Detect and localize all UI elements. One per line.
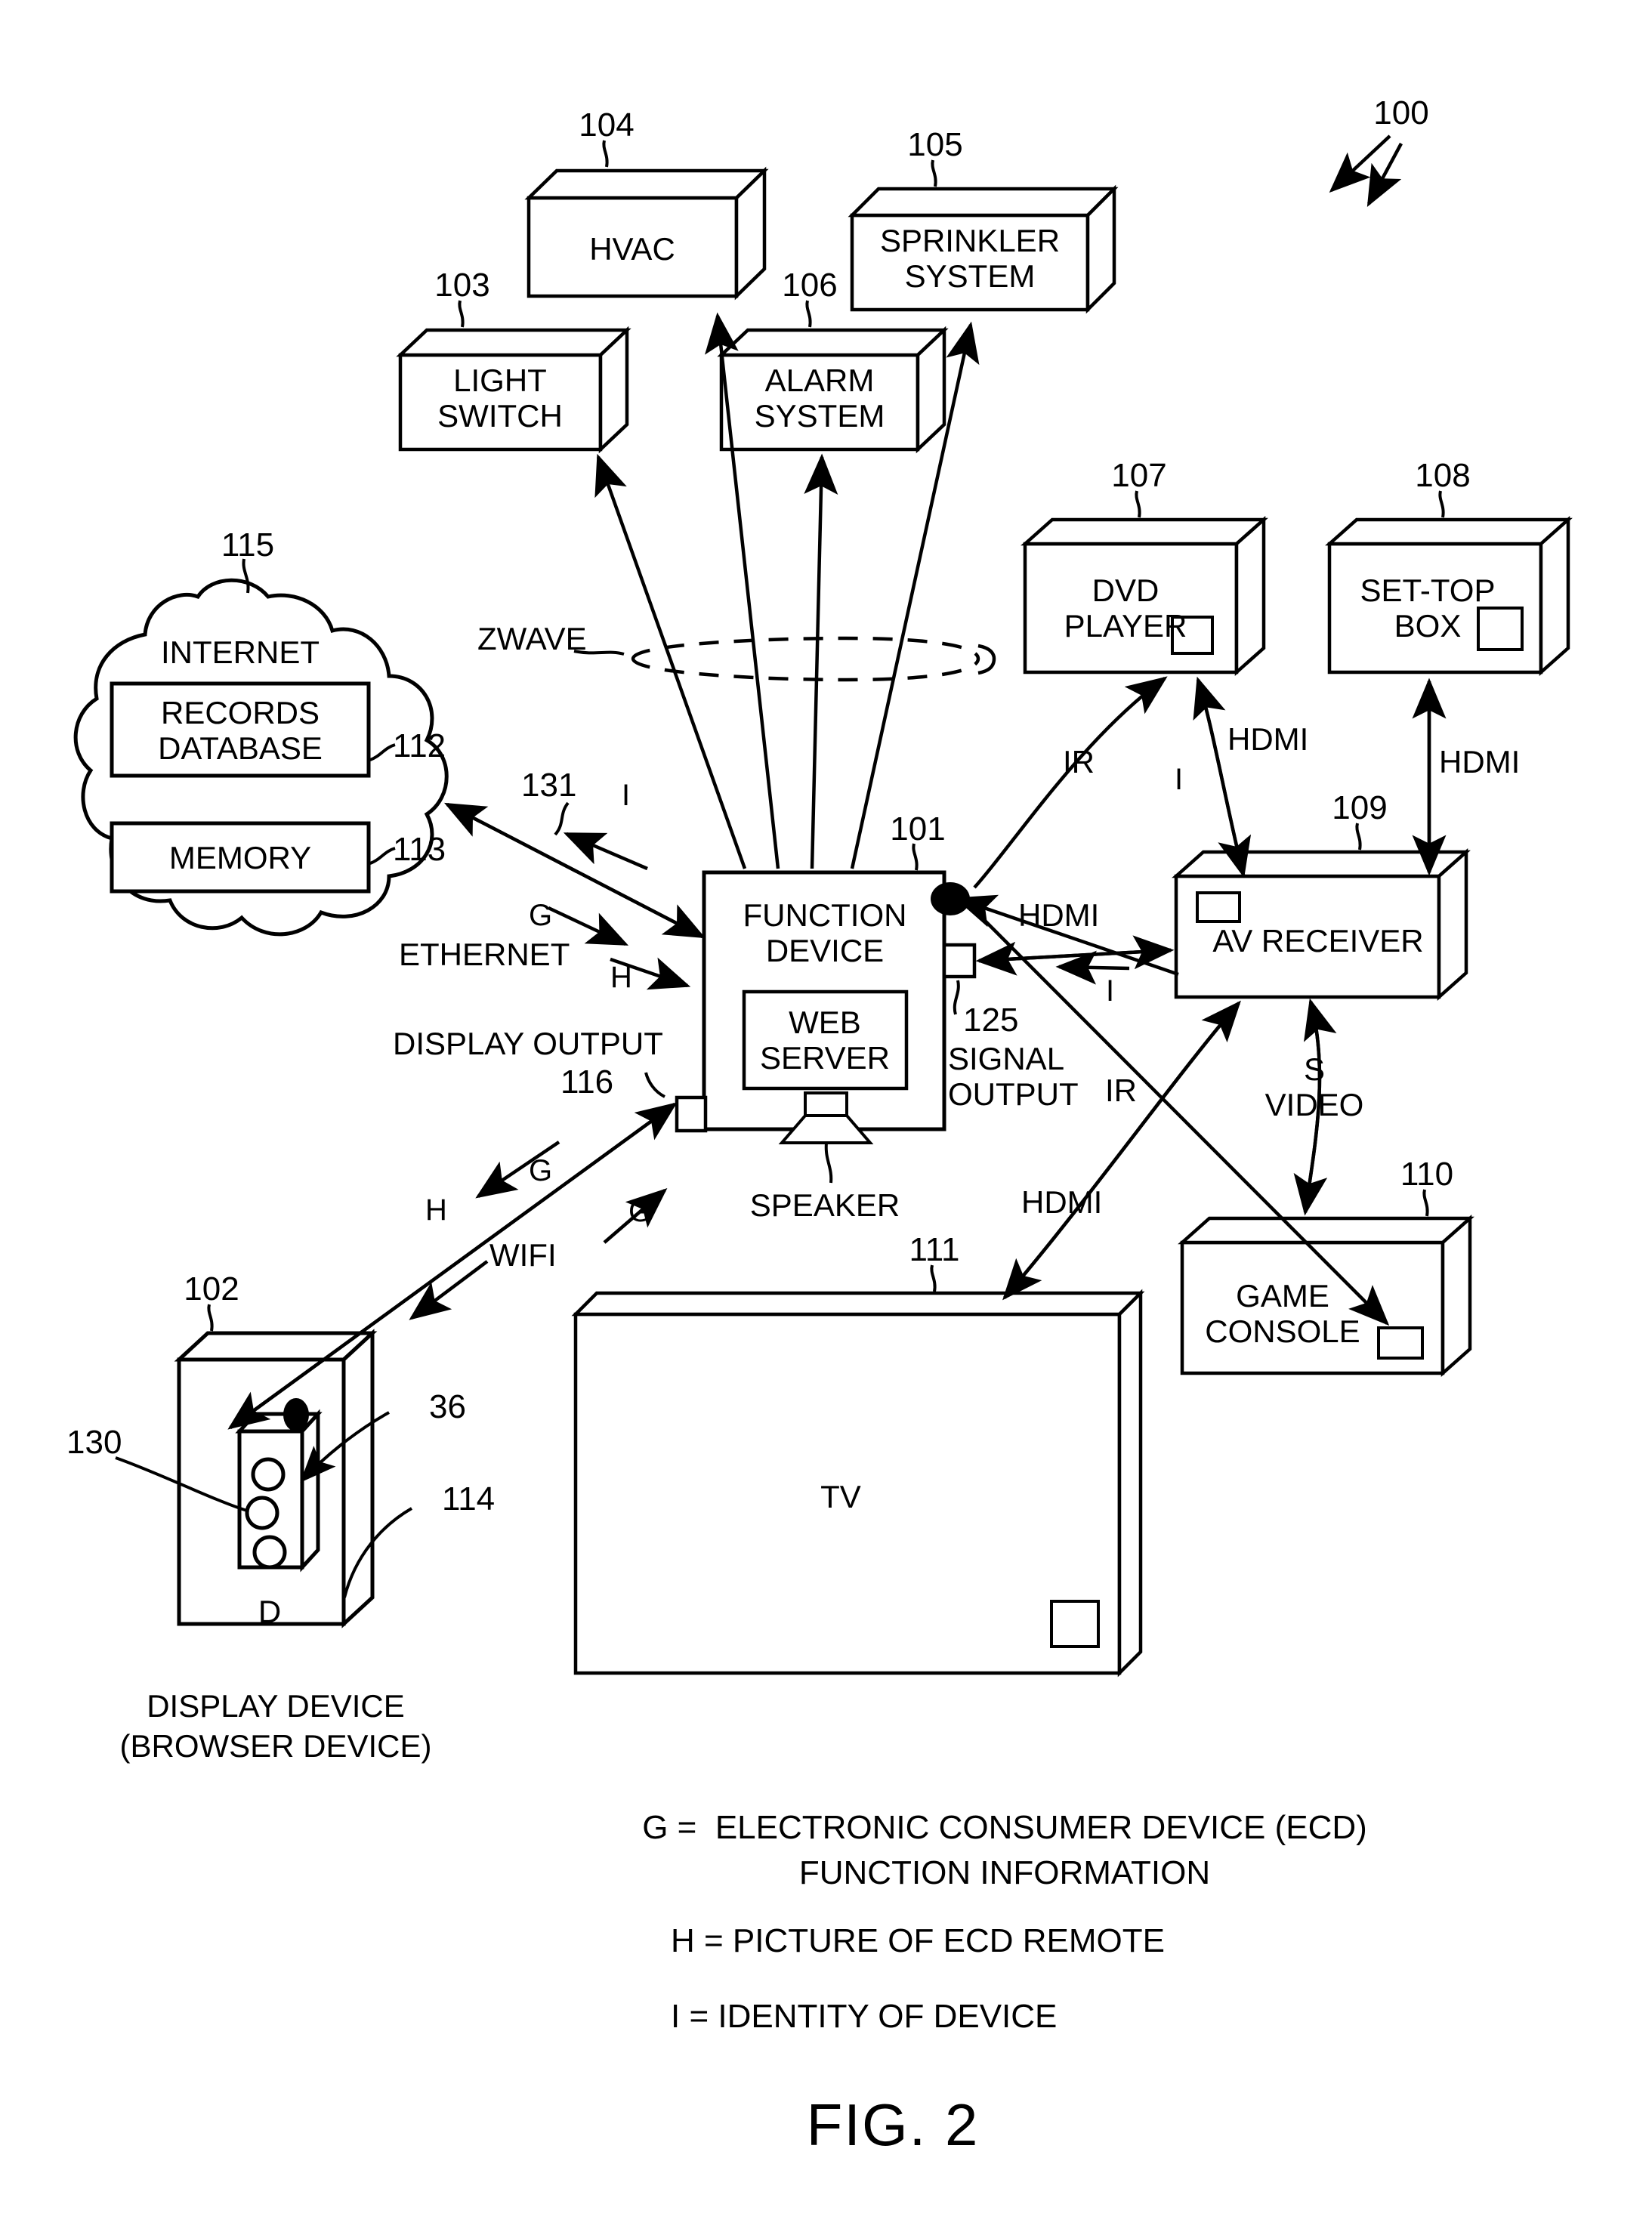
signal-label-i-ethernet: I: [622, 779, 631, 812]
zwave-label: ZWAVE: [477, 621, 587, 656]
tv-ref: 111: [909, 1231, 960, 1268]
speaker-label: SPEAKER: [749, 1187, 900, 1223]
light-switch-label: LIGHT SWITCH: [437, 363, 563, 434]
signal-output-label: SIGNAL OUTPUT: [948, 1041, 1079, 1113]
game-console-ref: 110: [1400, 1156, 1454, 1193]
system-ref-100: 100: [1373, 94, 1429, 131]
ir-label-game: IR: [1105, 1073, 1137, 1108]
zwave-ellipse-shape: [631, 636, 996, 682]
display-output-label: DISPLAY OUTPUT: [393, 1026, 663, 1061]
signal-label-h-ethernet: H: [610, 961, 632, 994]
hdmi-label-av-tv: HDMI: [1021, 1184, 1103, 1220]
hvac-label: HVAC: [589, 231, 675, 267]
internet-cloud-ref: 115: [221, 526, 275, 563]
ethernet-label: ETHERNET: [399, 937, 570, 972]
signal-label-g-ethernet: G: [529, 899, 553, 932]
legend-line-g-1: G = ELECTRONIC CONSUMER DEVICE (ECD): [642, 1809, 1367, 1846]
set-top-box-label: SET-TOP BOX: [1360, 573, 1496, 644]
signal-label-i-av: I: [1106, 974, 1115, 1008]
legend-line-g-2: FUNCTION INFORMATION: [798, 1854, 1211, 1891]
signal-label-g-wifi-bottom: G: [628, 1195, 653, 1228]
internet-label: INTERNET: [161, 634, 320, 670]
legend-line-h: H = PICTURE OF ECD REMOTE: [671, 1922, 1165, 1959]
memory-label: MEMORY: [168, 840, 312, 875]
records-database-ref: 112: [393, 727, 446, 764]
function-device-ref: 101: [890, 810, 946, 847]
function-device-label: FUNCTION DEVICE: [743, 897, 907, 969]
tv-label: TV: [820, 1479, 861, 1514]
remote-button-ref-130: 130: [66, 1424, 122, 1461]
light-switch-ref: 103: [434, 267, 490, 304]
memory-ref: 113: [393, 831, 446, 868]
signal-label-g-wifi-top: G: [529, 1154, 553, 1187]
s-video-label: S VIDEO: [1264, 1051, 1364, 1123]
av-receiver-label: AV RECEIVER: [1212, 923, 1424, 959]
set-top-box-ref: 108: [1415, 457, 1471, 494]
sprinkler-label: SPRINKLER SYSTEM: [879, 223, 1061, 295]
hdmi-label-settop-av: HDMI: [1439, 744, 1521, 779]
display-device-body-ref-114: 114: [442, 1480, 496, 1517]
alarm-system-ref: 106: [782, 267, 838, 304]
signal-label-h-wifi: H: [425, 1193, 447, 1227]
remote-ref-36: 36: [429, 1388, 466, 1425]
display-device-caption-line1: DISPLAY DEVICE: [147, 1688, 405, 1724]
dvd-player-ref: 107: [1111, 457, 1167, 494]
sprinkler-ref: 105: [907, 126, 963, 163]
patent-figure-page: 100 104 HVAC 105 SPRINKLER SYSTEM 103 LI…: [0, 0, 1652, 2235]
display-output-ref: 116: [560, 1063, 614, 1101]
dvd-player-label: DVD PLAYER: [1064, 573, 1187, 644]
signal-label-i-dvd: I: [1175, 763, 1184, 796]
web-server-label: WEB SERVER: [760, 1005, 890, 1076]
display-device-caption-line2: (BROWSER DEVICE): [119, 1728, 432, 1764]
ethernet-link-ref-131: 131: [521, 767, 577, 804]
hdmi-label-dvd-av: HDMI: [1227, 721, 1309, 757]
av-receiver-ref: 109: [1332, 789, 1388, 826]
figure-caption: FIG. 2: [806, 2091, 980, 2158]
display-device-ref: 102: [184, 1270, 239, 1307]
figure-linework: [73, 134, 1573, 1678]
game-console-label: GAME CONSOLE: [1205, 1278, 1360, 1350]
records-database-label: RECORDS DATABASE: [158, 695, 323, 767]
ir-label-dvd: IR: [1063, 744, 1095, 779]
display-device-face-label: D: [258, 1594, 282, 1629]
legend-line-i: I = IDENTITY OF DEVICE: [671, 1998, 1058, 2035]
hvac-ref: 104: [579, 107, 635, 144]
signal-output-ref: 125: [963, 1002, 1019, 1039]
hdmi-label-fd-av: HDMI: [1018, 897, 1100, 933]
wifi-label: WIFI: [489, 1237, 557, 1273]
alarm-system-label: ALARM SYSTEM: [754, 363, 885, 434]
